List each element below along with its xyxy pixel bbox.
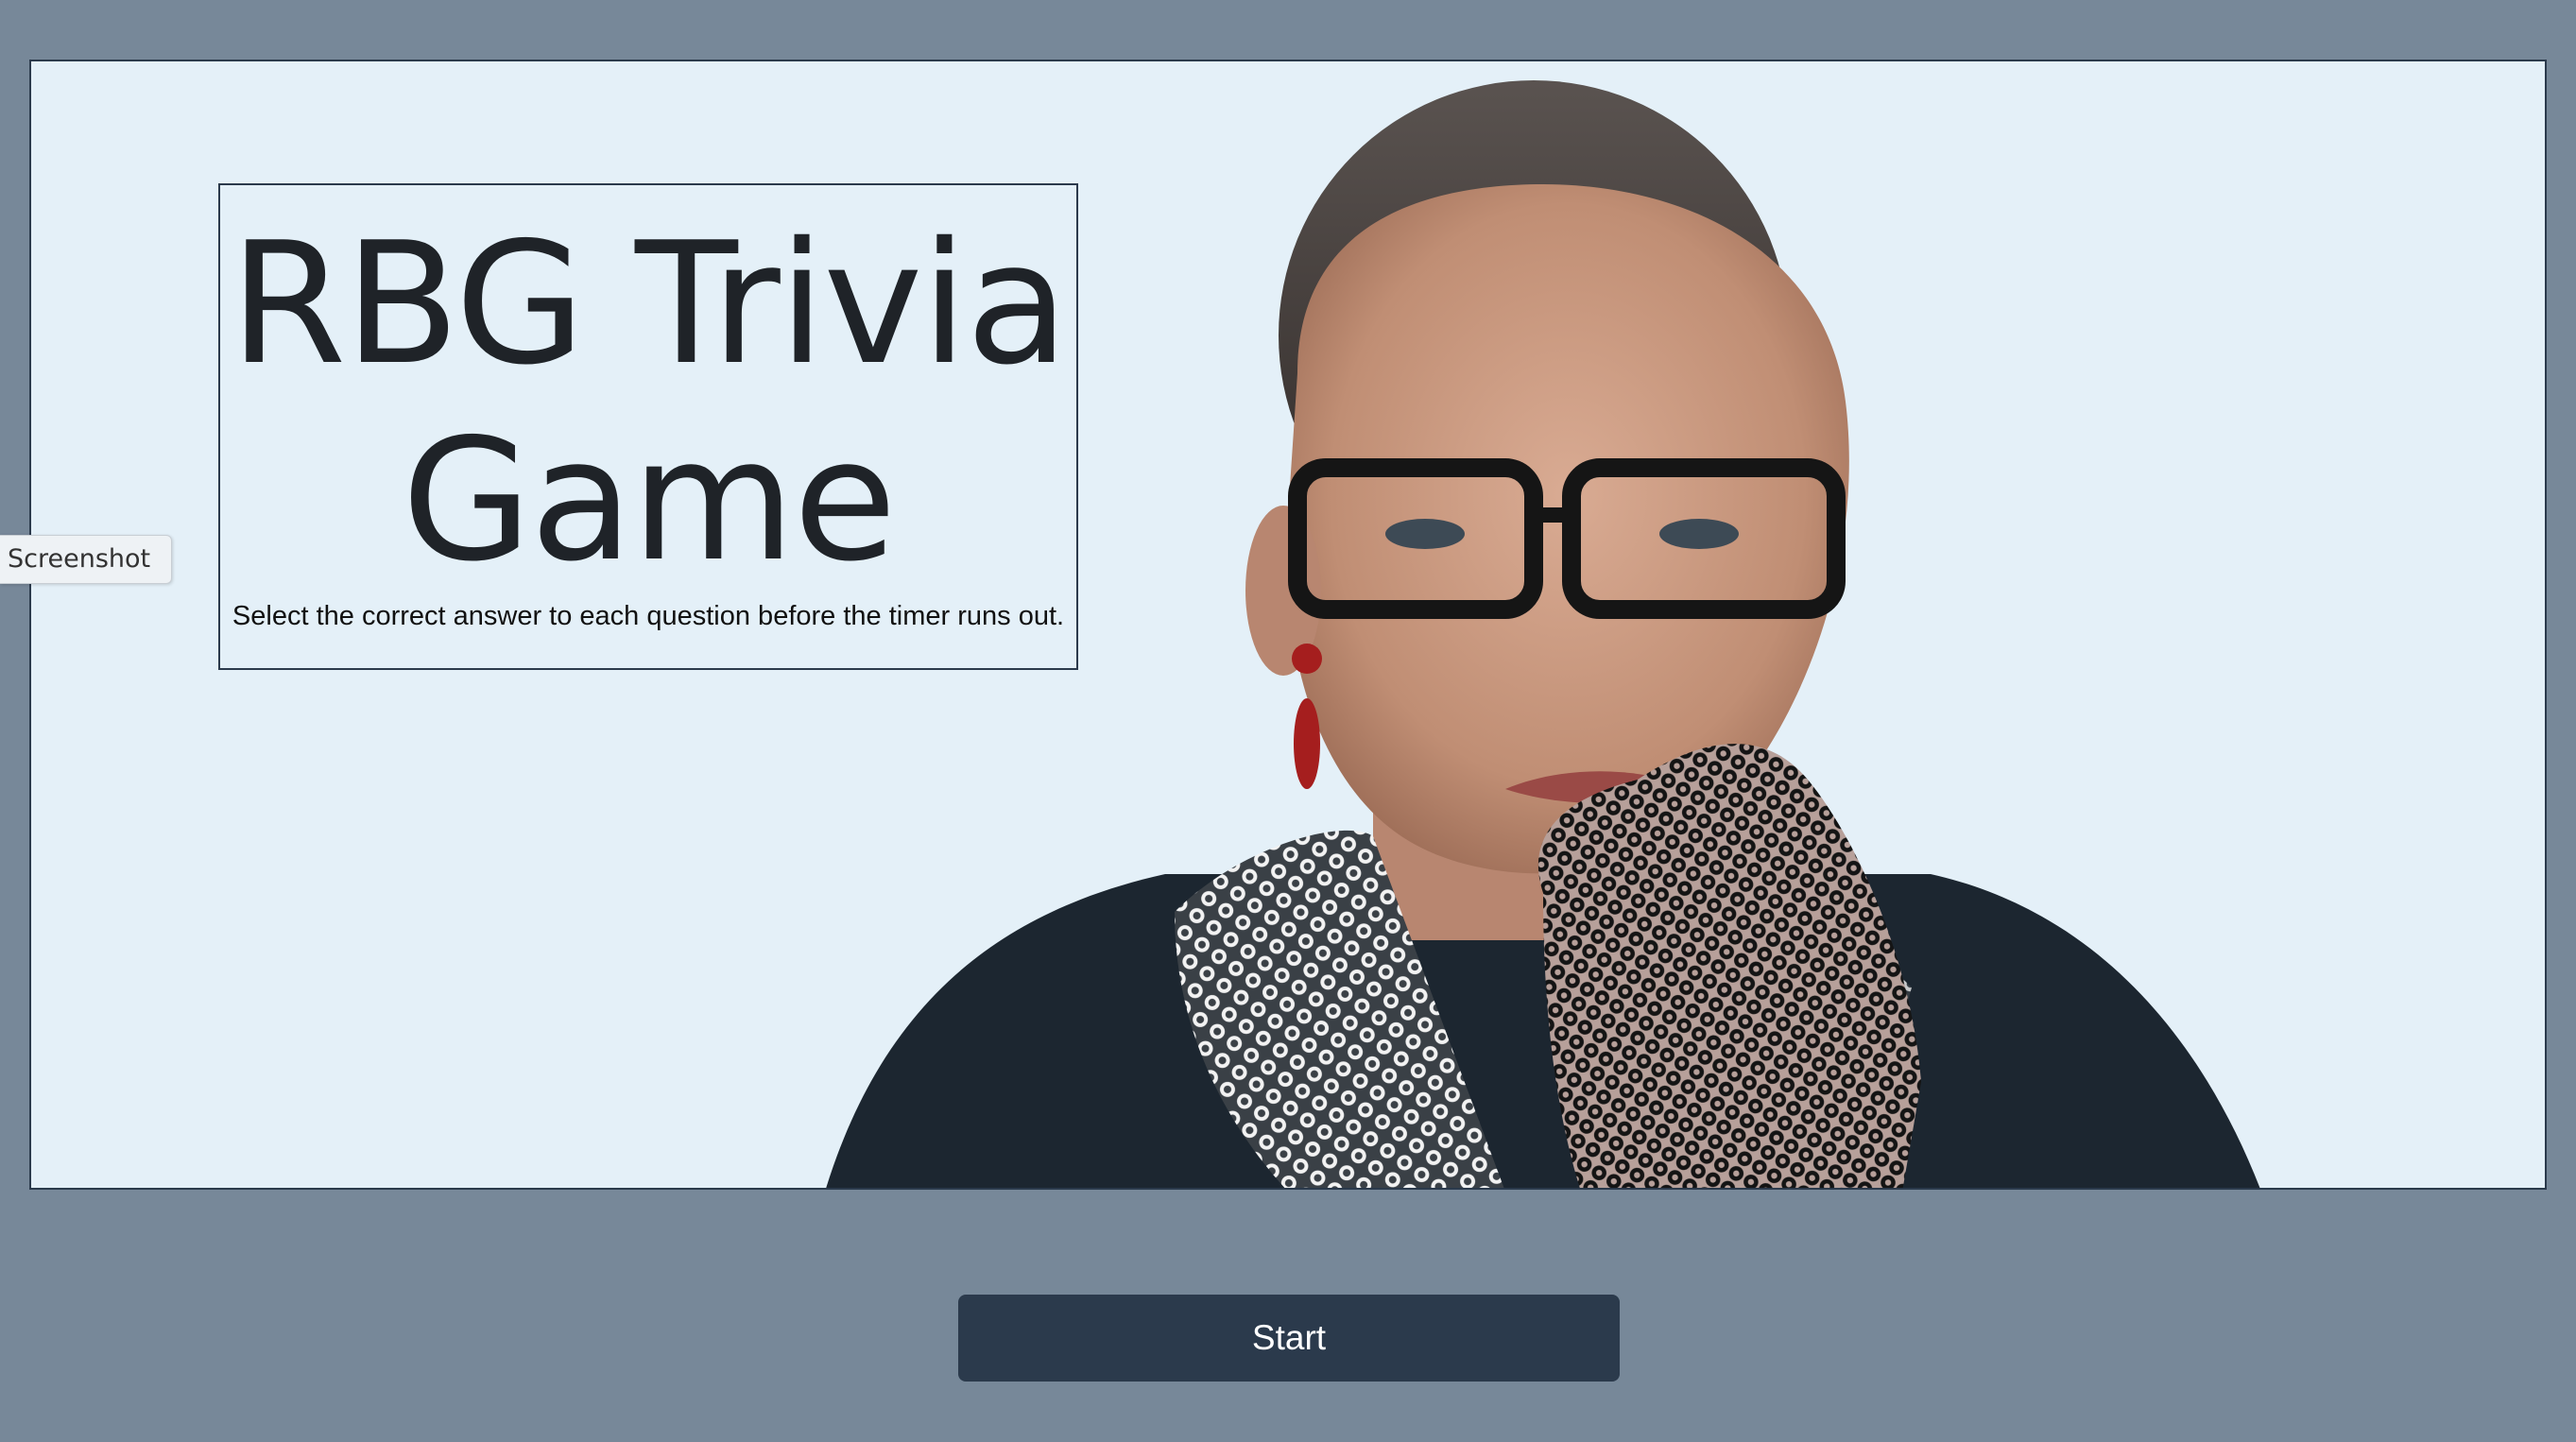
hero-panel: RBG Trivia Game Select the correct answe… <box>29 60 2547 1190</box>
game-instructions: Select the correct answer to each questi… <box>232 601 1065 631</box>
game-title: RBG Trivia Game <box>229 206 1069 598</box>
title-card: RBG Trivia Game Select the correct answe… <box>218 183 1078 670</box>
page: RBG Trivia Game Select the correct answe… <box>0 0 2576 1442</box>
start-button[interactable]: Start <box>958 1295 1620 1382</box>
screenshot-tab[interactable]: Screenshot <box>0 535 172 584</box>
